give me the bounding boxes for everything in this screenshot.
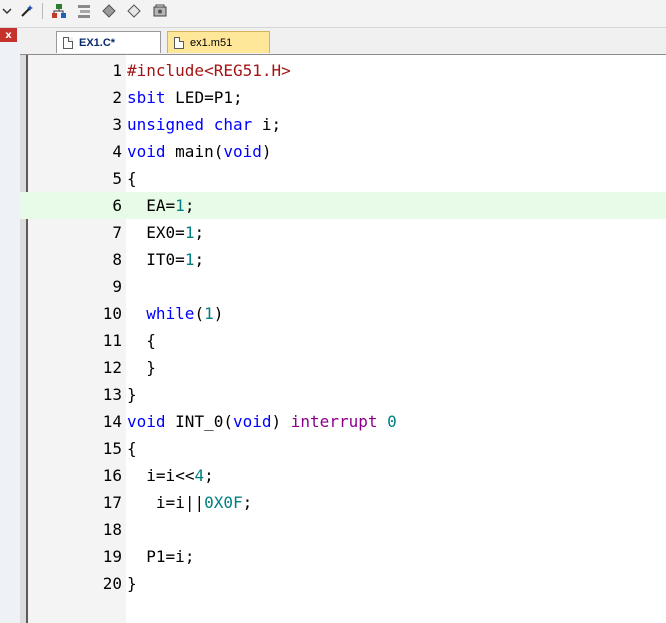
code-line[interactable]: 18 xyxy=(20,516,666,543)
code-line[interactable]: 10 while(1) xyxy=(20,300,666,327)
code-line[interactable]: 3 unsigned char i; xyxy=(20,111,666,138)
line-number: 15 xyxy=(102,439,122,458)
code-line[interactable]: 9 xyxy=(20,273,666,300)
line-number: 8 xyxy=(112,250,122,269)
tab-label: EX1.C* xyxy=(79,36,116,49)
diamond-icon[interactable] xyxy=(100,2,118,20)
code-text: void INT_0(void) interrupt 0 xyxy=(127,412,397,431)
code-text: } xyxy=(127,358,156,377)
code-text: EX0=1; xyxy=(146,223,205,242)
code-text: sbit LED=P1; xyxy=(127,88,243,107)
tab-ex1-m51[interactable]: ex1.m51 xyxy=(167,31,270,53)
code-editor[interactable]: 1 #include<REG51.H> 2 sbit LED=P1; 3 unsigned… xyxy=(20,54,666,623)
line-number: 4 xyxy=(112,142,122,161)
code-text: while(1) xyxy=(146,304,224,323)
code-line[interactable]: 8 IT0=1; xyxy=(20,246,666,273)
code-line[interactable]: 14 void INT_0(void) interrupt 0 xyxy=(20,408,666,435)
code-line[interactable]: 7 EX0=1; xyxy=(20,219,666,246)
line-number: 2 xyxy=(112,88,122,107)
code-text: void main(void) xyxy=(127,142,272,161)
line-number: 16 xyxy=(102,466,122,485)
code-text: } xyxy=(127,385,137,404)
project-panel: x xyxy=(0,28,21,622)
line-number: 14 xyxy=(102,412,122,431)
code-line-current[interactable]: 6 EA=1; xyxy=(20,192,666,219)
line-number: 1 xyxy=(112,61,122,80)
tab-strip: EX1.C* ex1.m51 xyxy=(20,28,666,54)
component-tree-icon[interactable] xyxy=(50,2,68,20)
code-text: EA=1; xyxy=(146,196,195,215)
line-number: 5 xyxy=(112,169,122,188)
line-number: 17 xyxy=(102,493,122,512)
code-text: IT0=1; xyxy=(146,250,205,269)
code-text: P1=i; xyxy=(146,547,195,566)
magic-wand-icon[interactable] xyxy=(18,2,36,20)
line-number: 6 xyxy=(112,196,122,215)
code-line[interactable]: 15 { xyxy=(20,435,666,462)
close-icon[interactable]: x xyxy=(0,28,17,42)
chevron-down-icon[interactable] xyxy=(0,2,16,20)
line-number: 20 xyxy=(102,574,122,593)
line-number: 13 xyxy=(102,385,122,404)
code-line[interactable]: 16 i=i<<4; xyxy=(20,462,666,489)
code-text: unsigned char i; xyxy=(127,115,282,134)
code-line[interactable]: 12 } xyxy=(20,354,666,381)
code-line[interactable]: 17 i=i||0X0F; xyxy=(20,489,666,516)
diamond-outline-icon[interactable] xyxy=(125,2,143,20)
line-number: 10 xyxy=(102,304,122,323)
code-text: { xyxy=(127,169,137,188)
code-text: { xyxy=(127,439,137,458)
line-number: 19 xyxy=(102,547,122,566)
code-text: } xyxy=(127,574,137,593)
line-number: 9 xyxy=(112,277,122,296)
line-number: 3 xyxy=(112,115,122,134)
code-line[interactable]: 2 sbit LED=P1; xyxy=(20,84,666,111)
document-icon xyxy=(63,36,73,49)
line-number: 12 xyxy=(102,358,122,377)
toolbar-separator xyxy=(42,3,43,19)
code-line[interactable]: 4 void main(void) xyxy=(20,138,666,165)
tab-label: ex1.m51 xyxy=(190,36,233,49)
document-icon xyxy=(174,36,184,49)
code-text: i=i||0X0F; xyxy=(155,493,253,512)
code-text: i=i<<4; xyxy=(146,466,214,485)
code-line[interactable]: 19 P1=i; xyxy=(20,543,666,570)
books-icon[interactable] xyxy=(151,2,169,20)
code-line[interactable]: 13} xyxy=(20,381,666,408)
code-line[interactable]: 1 #include<REG51.H> xyxy=(20,57,666,84)
toolbar xyxy=(0,0,666,28)
code-line[interactable]: 11 { xyxy=(20,327,666,354)
stack-icon[interactable] xyxy=(75,2,93,20)
line-number: 18 xyxy=(102,520,122,539)
line-number: 11 xyxy=(102,331,122,350)
code-text: { xyxy=(127,331,156,350)
code-line[interactable]: 5{ xyxy=(20,165,666,192)
code-text: #include<REG51.H> xyxy=(127,61,291,80)
code-line[interactable]: 20} xyxy=(20,570,666,597)
tab-ex1-c[interactable]: EX1.C* xyxy=(56,31,161,53)
line-number: 7 xyxy=(112,223,122,242)
